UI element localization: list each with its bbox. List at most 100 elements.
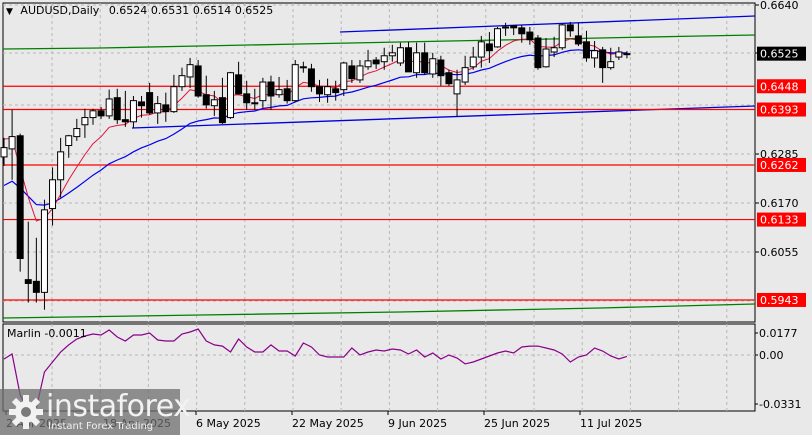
candle-body (81, 117, 89, 126)
candle-body (299, 66, 307, 69)
candle-body (582, 41, 590, 59)
candle-body (534, 37, 542, 69)
date-tick-label: 11 Jul 2025 (580, 417, 642, 430)
open-value: 0.6524 (108, 4, 148, 17)
collapse-triangle-icon[interactable]: ▼ (6, 7, 13, 17)
candle-body (364, 60, 372, 68)
candle-body (283, 88, 291, 102)
candle-body (615, 51, 623, 58)
candle-body (186, 64, 194, 78)
date-tick-label: 9 Jun 2025 (388, 417, 447, 430)
gear-logo-icon (9, 395, 43, 429)
level-price-label: 0.6133 (760, 214, 799, 227)
candle-body (307, 68, 315, 88)
candle-body (162, 104, 170, 113)
indicator-label: Marlin -0.0011 (7, 327, 87, 340)
candle-body (469, 56, 477, 68)
instaforex-watermark: instaforex Instant Forex Trading (0, 389, 191, 435)
candle (227, 71, 235, 119)
logo-tagline: Instant Forex Trading (48, 421, 154, 432)
indicator-tick-label: 0.0177 (759, 327, 798, 340)
candle-body (356, 65, 364, 81)
candle-body (429, 58, 437, 75)
close-value: 0.6525 (234, 4, 274, 17)
date-tick-label: 22 May 2025 (292, 417, 364, 430)
candle-body (243, 93, 251, 104)
price-tick-label: 0.6640 (760, 0, 799, 12)
logo-name: instaforex (46, 389, 191, 424)
candle-body (591, 50, 599, 59)
candle-body (170, 86, 178, 113)
candle-body (485, 43, 493, 52)
candle-body (502, 26, 510, 29)
indicator-value: -0.0011 (44, 327, 87, 340)
symbol-label: AUDUSD,Daily (20, 4, 100, 17)
level-price-label: 0.5943 (760, 294, 799, 307)
candle-body (550, 47, 558, 53)
price-tick-label: 0.6055 (760, 246, 799, 259)
candle-body (210, 99, 218, 107)
candle-body (65, 135, 73, 146)
candle-body (16, 135, 24, 259)
candle-body (113, 97, 121, 121)
candle-body (202, 94, 210, 106)
candle-body (291, 64, 299, 102)
candle-body (32, 280, 40, 293)
price-chart[interactable]: 0.66400.65250.62850.61700.60550.65250.64… (0, 0, 812, 435)
candle-body (121, 119, 129, 123)
low-value: 0.6514 (192, 4, 232, 17)
candle-body (453, 79, 461, 95)
candle-body (542, 48, 550, 68)
current-price-label: 0.6525 (760, 48, 799, 61)
candle-body (267, 81, 275, 97)
candle-body (275, 89, 283, 96)
candle-body (437, 59, 445, 77)
candle-body (558, 24, 566, 49)
candle-body (154, 103, 162, 114)
candle-body (105, 98, 113, 117)
candle (194, 60, 202, 98)
candle-body (146, 92, 154, 114)
candle-body (348, 65, 356, 80)
candle-body (227, 72, 235, 119)
date-tick-label: 25 Jun 2025 (484, 417, 550, 430)
candle-body (97, 110, 105, 117)
candle-body (259, 81, 267, 102)
candle-body (599, 49, 607, 69)
candle-body (316, 86, 324, 95)
candle (493, 27, 501, 48)
candle (16, 133, 24, 272)
candle-body (510, 25, 518, 29)
candle-body (607, 61, 615, 69)
candle-body (340, 62, 348, 91)
chart-header: ▼ AUDUSD,Daily 0.6524 0.6531 0.6514 0.65… (6, 4, 273, 17)
indicator-name: Marlin (7, 327, 41, 340)
candle-body (623, 53, 631, 56)
level-price-label: 0.6448 (760, 80, 799, 93)
candle-body (40, 209, 48, 293)
high-value: 0.6531 (150, 4, 190, 17)
date-tick-label: 6 May 2025 (196, 417, 261, 430)
candle-body (421, 52, 429, 74)
candle (558, 24, 566, 50)
candle (291, 60, 299, 102)
candle-body (24, 279, 32, 284)
candle-body (324, 86, 332, 96)
candle-body (493, 28, 501, 48)
price-tick-label: 0.6170 (760, 197, 799, 210)
candle-body (194, 65, 202, 97)
candle-body (396, 47, 404, 64)
candle-body (235, 74, 243, 95)
candle-body (461, 67, 469, 83)
indicator-tick-label: 0.00 (759, 349, 784, 362)
candle-body (477, 41, 485, 58)
candle-body (178, 75, 186, 88)
candle-body (526, 31, 534, 41)
candle-body (332, 88, 340, 94)
candle-body (445, 72, 453, 85)
candle (534, 35, 542, 70)
candle-body (218, 97, 226, 124)
candle-body (251, 102, 259, 105)
candle-body (372, 59, 380, 65)
level-price-label: 0.6393 (760, 104, 799, 117)
